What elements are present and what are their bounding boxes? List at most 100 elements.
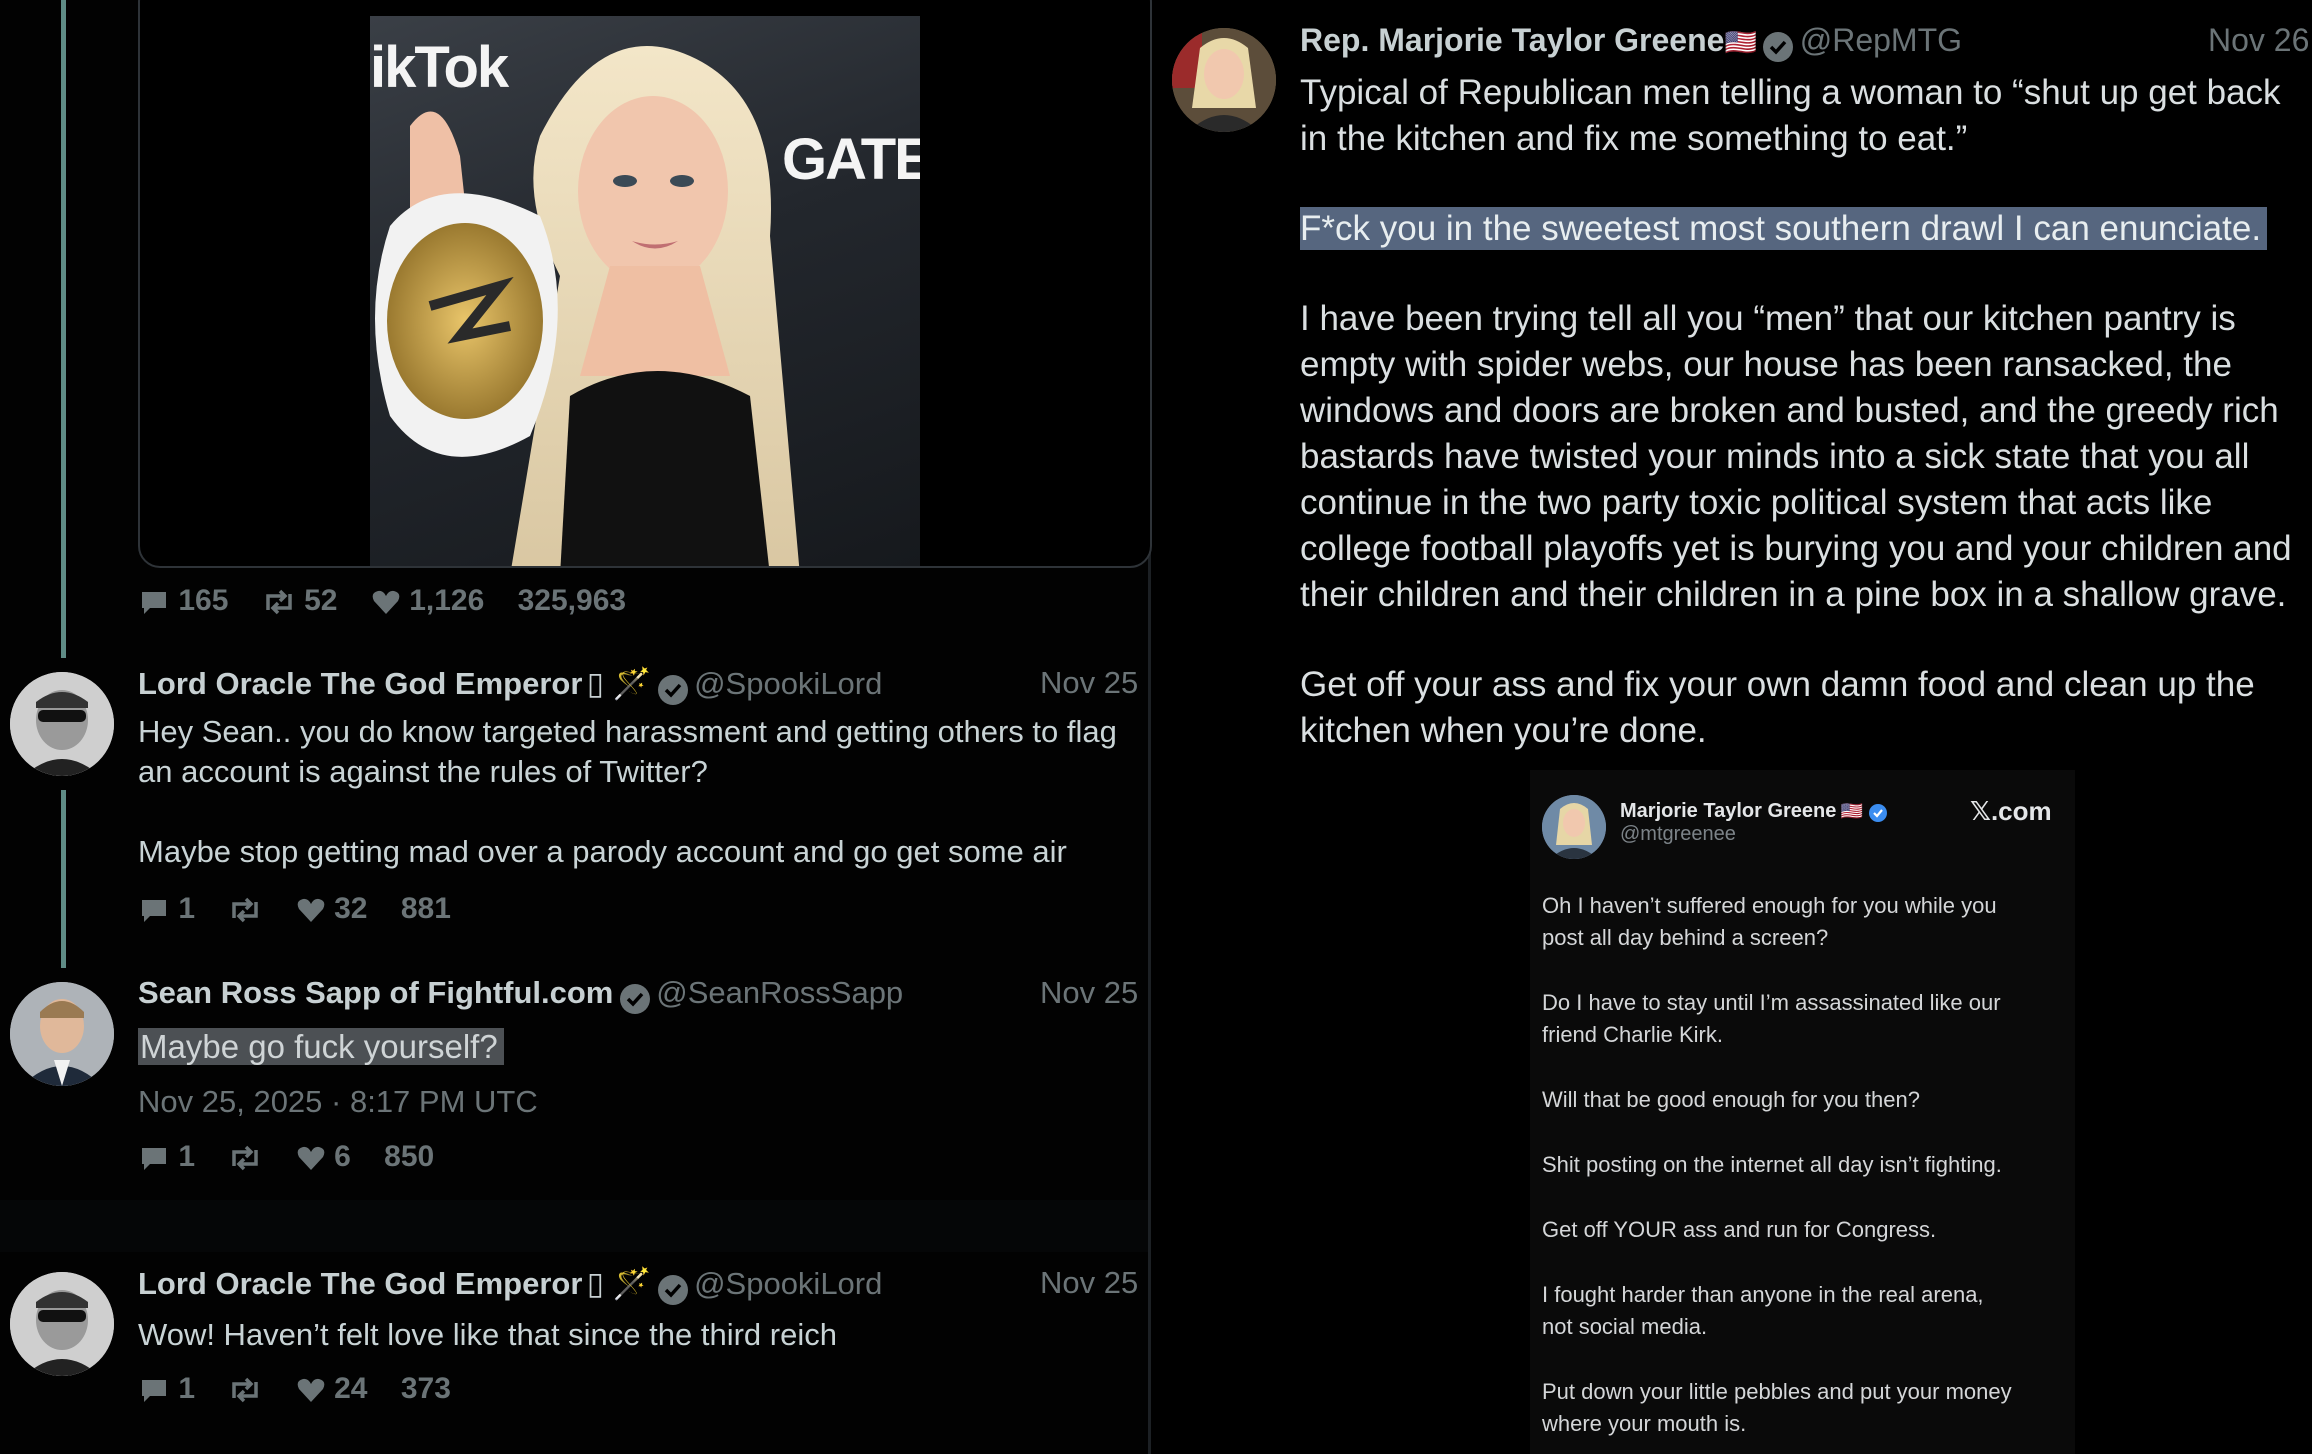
tweet-text-line: I have been trying tell all you “men” th…: [1300, 299, 2236, 338]
tweet-text-line: their children and their children in a p…: [1300, 575, 2287, 614]
photo-subject-illustration: [375, 46, 800, 566]
tweet-date[interactable]: Nov 25: [1040, 1265, 1138, 1301]
retweet-button[interactable]: [228, 1372, 270, 1405]
reply-count: 1: [178, 892, 196, 925]
author-name-emoji: ▯ 🪄: [586, 1266, 652, 1301]
like-count: 24: [334, 1372, 368, 1405]
reply-button[interactable]: 1: [138, 1372, 203, 1405]
retweet-button[interactable]: [228, 1140, 270, 1173]
tweet-text-line: empty with spider webs, our house has be…: [1300, 345, 2232, 384]
like-button[interactable]: 1,126: [371, 584, 493, 617]
heart-icon: [372, 590, 400, 615]
tweet-text: Hey Sean.. you do know targeted harassme…: [138, 712, 1138, 872]
author-name[interactable]: Lord Oracle The God Emperor: [138, 1266, 582, 1301]
verified-badge-icon: [657, 1274, 688, 1305]
flag-emoji: 🇺🇸: [1724, 27, 1757, 57]
avatar[interactable]: [10, 672, 114, 776]
reply-icon: [142, 900, 166, 923]
tweet-text-line: Get off your ass and fix your own damn f…: [1300, 665, 2255, 704]
avatar-image: [1172, 28, 1276, 132]
like-count: 1,126: [409, 584, 485, 617]
tweet-timestamp[interactable]: Nov 25, 2025 · 8:17 PM UTC: [138, 1084, 538, 1120]
tweet-text-line: bastards have twisted your minds into a …: [1300, 437, 2250, 476]
like-count: 6: [334, 1140, 351, 1173]
retweet-button[interactable]: [228, 892, 270, 925]
tweet-header: Sean Ross Sapp of Fightful.com @SeanRoss…: [138, 975, 903, 1016]
avatar[interactable]: [10, 1272, 114, 1376]
like-button[interactable]: 32: [296, 892, 376, 925]
author-handle[interactable]: @RepMTG: [1800, 22, 1962, 58]
x-logo-brand: 𝕏.com: [1970, 796, 2052, 826]
view-count: 325,963: [517, 584, 627, 617]
embed-line: post all day behind a screen?: [1542, 925, 1829, 950]
tweet-metrics: 1 6 850: [138, 1140, 434, 1174]
retweet-count: 52: [304, 584, 338, 617]
avatar[interactable]: [1172, 28, 1276, 132]
tweet-media-card[interactable]: ikTok GATE: [138, 0, 1152, 568]
like-button[interactable]: 24: [296, 1372, 376, 1405]
embed-author-name: Marjorie Taylor Greene: [1620, 800, 1837, 822]
retweet-icon: [232, 1145, 259, 1171]
tweet-text: Typical of Republican men telling a woma…: [1300, 70, 2305, 754]
avatar-image: [10, 982, 114, 1086]
tweet-text-line: Hey Sean.. you do know targeted harassme…: [138, 714, 1117, 749]
tweet-metrics: 165 52 1,126 325,963: [138, 584, 626, 618]
verified-badge-icon: [657, 674, 688, 705]
reply-count: 165: [178, 584, 229, 617]
tweet-header: Rep. Marjorie Taylor Greene🇺🇸 @RepMTG: [1300, 22, 1962, 64]
embed-line: Oh I haven’t suffered enough for you whi…: [1542, 893, 1997, 918]
retweet-icon: [232, 1377, 259, 1403]
author-name[interactable]: Lord Oracle The God Emperor: [138, 666, 582, 701]
tweet-text: Maybe go fuck yourself?: [138, 1025, 504, 1069]
author-name[interactable]: Sean Ross Sapp of Fightful.com: [138, 975, 613, 1010]
heart-icon: [297, 1146, 325, 1171]
avatar-image: [10, 672, 114, 776]
thread-separator: [0, 1200, 1148, 1252]
tweet-text-line: Typical of Republican men telling a woma…: [1300, 73, 2281, 112]
reply-count: 1: [178, 1372, 196, 1405]
retweet-icon: [266, 589, 292, 615]
reply-icon: [142, 592, 166, 615]
view-count: 850: [384, 1140, 435, 1173]
reply-icon: [142, 1380, 166, 1403]
embed-line: Shit posting on the internet all day isn…: [1542, 1152, 2002, 1177]
reply-button[interactable]: 1: [138, 892, 203, 925]
author-name-emoji: ▯ 🪄: [586, 666, 652, 701]
tweet-photo[interactable]: ikTok GATE: [370, 16, 920, 566]
avatar[interactable]: [10, 982, 114, 1086]
verified-badge-icon: [1763, 31, 1794, 62]
avatar: [1542, 795, 1606, 859]
like-button[interactable]: 6: [296, 1140, 359, 1173]
embed-line: not social media.: [1542, 1314, 1708, 1339]
tweet-text-line: in the kitchen and fix me something to e…: [1300, 119, 1968, 158]
embed-header: Marjorie Taylor Greene 🇺🇸 @mtgreenee: [1620, 800, 1888, 846]
verified-badge-icon: [1868, 803, 1887, 822]
tweet-text-selected: F*ck you in the sweetest most southern d…: [1300, 207, 2268, 250]
verified-badge-icon: [619, 983, 650, 1014]
reply-button[interactable]: 165: [138, 584, 237, 617]
retweet-icon: [232, 897, 259, 923]
tweet-date[interactable]: Nov 25: [1040, 975, 1138, 1011]
tweet-text-line: an account is against the rules of Twitt…: [138, 754, 708, 789]
embedded-tweet-screenshot[interactable]: Marjorie Taylor Greene 🇺🇸 @mtgreenee 𝕏.c…: [1530, 770, 2075, 1454]
embed-line: Put down your little pebbles and put you…: [1542, 1379, 2012, 1404]
tweet-date[interactable]: Nov 25: [1040, 665, 1138, 701]
reply-button[interactable]: 1: [138, 1140, 203, 1173]
tweet-date[interactable]: Nov 26: [2208, 22, 2309, 59]
author-handle[interactable]: @SeanRossSapp: [656, 975, 903, 1010]
author-handle[interactable]: @SpookiLord: [694, 1266, 882, 1301]
tweet-text-selected: Maybe go fuck yourself?: [138, 1028, 504, 1065]
tweet-text-line: windows and doors are broken and busted,…: [1300, 391, 2279, 430]
view-count: 881: [400, 892, 451, 925]
embed-line: I fought harder than anyone in the real …: [1542, 1282, 1984, 1307]
embed-line: Get off YOUR ass and run for Congress.: [1542, 1217, 1937, 1242]
view-count: 373: [400, 1372, 451, 1405]
tweet-metrics: 1 24 373: [138, 1372, 451, 1406]
tweet-paragraph: I have been trying tell all you “men” th…: [1300, 296, 2305, 618]
author-handle[interactable]: @SpookiLord: [694, 666, 882, 701]
thread-line: [61, 790, 66, 968]
flag-emoji: 🇺🇸: [1840, 801, 1864, 821]
retweet-button[interactable]: 52: [262, 584, 346, 617]
embed-line: Will that be good enough for you then?: [1542, 1087, 1920, 1112]
author-name[interactable]: Rep. Marjorie Taylor Greene: [1300, 22, 1724, 58]
